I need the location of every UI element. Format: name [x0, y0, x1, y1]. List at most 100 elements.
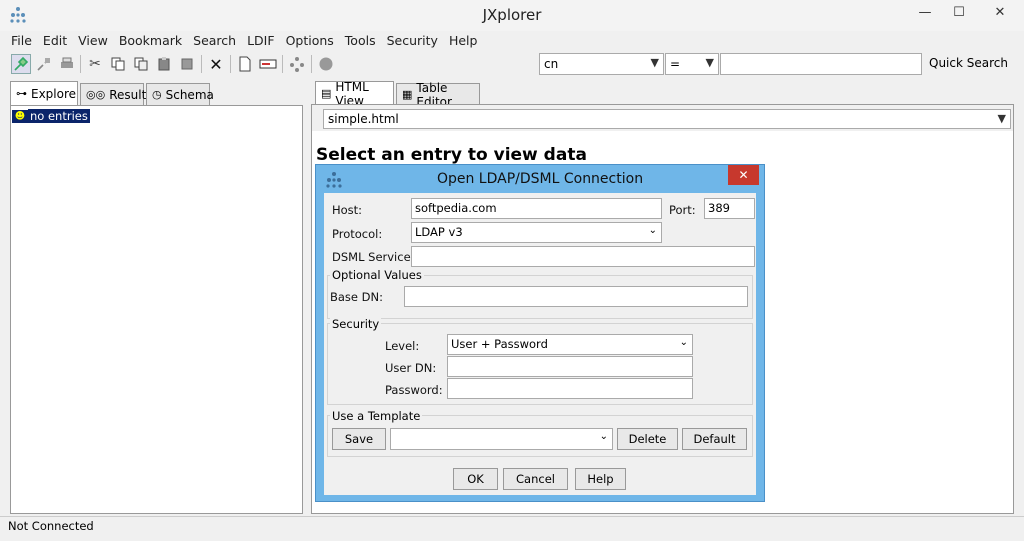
host-input[interactable]: softpedia.com — [411, 198, 662, 219]
cut-icon[interactable]: ✂ — [85, 54, 105, 74]
paste-icon[interactable] — [154, 54, 174, 74]
quick-search-input[interactable] — [720, 53, 922, 75]
protocol-value: LDAP v3 — [415, 225, 463, 239]
connection-status: Not Connected — [8, 519, 94, 533]
document-icon: ▤ — [321, 87, 332, 100]
password-label: Password: — [385, 383, 443, 397]
template-select[interactable]: simple.html ▼ — [323, 109, 1011, 129]
save-template-button[interactable]: Save — [332, 428, 386, 450]
connect-icon[interactable] — [11, 54, 31, 74]
tree-root-node[interactable]: ☻ no entries — [12, 109, 90, 123]
level-label: Level: — [385, 339, 420, 353]
new-entry-icon[interactable] — [235, 54, 255, 74]
toolbar: ✂ ✕ cn ▼ = ▼ Quick Search — [0, 52, 1024, 78]
menu-edit[interactable]: Edit — [35, 31, 70, 48]
rename-icon[interactable] — [258, 54, 278, 74]
copy-icon[interactable] — [108, 54, 128, 74]
tab-table-editor[interactable]: ▦ Table Editor — [396, 81, 480, 109]
tab-results[interactable]: ◎◎ Results — [80, 83, 153, 105]
ok-button[interactable]: OK — [453, 468, 498, 490]
quick-search-button[interactable]: Quick Search — [929, 56, 1008, 70]
minimize-button[interactable]: — — [908, 0, 942, 24]
status-bar: Not Connected — [0, 516, 1024, 541]
search-operator-value: = — [670, 57, 681, 71]
base-dn-label: Base DN: — [330, 290, 383, 304]
user-dn-input[interactable] — [447, 356, 693, 377]
default-template-button[interactable]: Default — [682, 428, 747, 450]
directory-tree-panel: ☻ no entries — [10, 105, 303, 514]
toolbar-separator — [230, 55, 231, 73]
paste-alias-icon[interactable] — [177, 54, 197, 74]
menu-bar: File Edit View Bookmark Search LDIF Options Too… — [0, 31, 1024, 51]
menu-bookmark[interactable]: Bookmark — [111, 31, 185, 48]
binoculars-icon: ◎◎ — [86, 88, 106, 101]
security-level-select[interactable]: User + Password ⌄ — [447, 334, 693, 355]
tree-icon: ⊶ — [16, 87, 27, 100]
dialog-body: Host: softpedia.com Port: 389 Protocol: … — [324, 193, 756, 495]
port-input[interactable]: 389 — [704, 198, 755, 219]
search-attribute-select[interactable]: cn ▼ — [539, 53, 664, 75]
delete-template-button[interactable]: Delete — [617, 428, 678, 450]
menu-file[interactable]: File — [0, 31, 35, 48]
dsml-service-input[interactable] — [411, 246, 755, 267]
cancel-button[interactable]: Cancel — [503, 468, 568, 490]
disconnect-icon[interactable] — [34, 54, 54, 74]
schema-icon: ◷ — [152, 88, 162, 101]
print-icon[interactable] — [57, 54, 77, 74]
copy-dn-icon[interactable] — [131, 54, 151, 74]
toolbar-separator — [282, 55, 283, 73]
menu-security[interactable]: Security — [379, 31, 441, 48]
search-operator-select[interactable]: = ▼ — [665, 53, 719, 75]
menu-help[interactable]: Help — [441, 31, 481, 48]
port-label: Port: — [669, 203, 696, 217]
host-label: Host: — [332, 203, 363, 217]
chevron-down-icon: ⌄ — [679, 337, 688, 348]
help-button[interactable]: Help — [575, 468, 626, 490]
dialog-title: Open LDAP/DSML Connection — [436, 171, 644, 187]
tab-schema[interactable]: ◷ Schema — [146, 83, 214, 105]
maximize-button[interactable]: ☐ — [942, 0, 976, 24]
refresh-tree-icon[interactable] — [287, 54, 307, 74]
chevron-down-icon: ▼ — [650, 56, 659, 69]
connection-dialog: Open LDAP/DSML Connection ✕ Host: softpe… — [315, 164, 765, 502]
tab-explore[interactable]: ⊶ Explore — [10, 81, 78, 105]
chevron-down-icon: ⌄ — [599, 431, 608, 442]
delete-icon[interactable]: ✕ — [206, 54, 226, 74]
close-button[interactable]: ✕ — [980, 0, 1020, 24]
toolbar-separator — [80, 55, 81, 73]
protocol-label: Protocol: — [332, 227, 383, 241]
tree-root-label: no entries — [28, 109, 90, 123]
toolbar-separator — [311, 55, 312, 73]
chevron-down-icon: ▼ — [997, 112, 1006, 125]
menu-view[interactable]: View — [70, 31, 111, 48]
chevron-down-icon: ▼ — [705, 56, 714, 69]
root-node-icon: ☻ — [12, 109, 28, 123]
protocol-select[interactable]: LDAP v3 ⌄ — [411, 222, 662, 243]
dialog-title-bar: Open LDAP/DSML Connection ✕ — [316, 165, 764, 193]
security-title: Security — [330, 317, 382, 331]
template-title: Use a Template — [330, 409, 423, 423]
toolbar-separator — [201, 55, 202, 73]
base-dn-input[interactable] — [404, 286, 748, 307]
tab-html-view[interactable]: ▤ HTML View — [315, 80, 394, 108]
user-dn-label: User DN: — [385, 361, 437, 375]
menu-options[interactable]: Options — [278, 31, 337, 48]
tab-schema-label: Schema — [165, 87, 214, 102]
table-icon: ▦ — [402, 88, 413, 101]
security-level-value: User + Password — [451, 337, 548, 351]
chevron-down-icon: ⌄ — [648, 225, 657, 236]
menu-search[interactable]: Search — [185, 31, 239, 48]
password-input[interactable] — [447, 378, 693, 399]
optional-values-title: Optional Values — [330, 268, 424, 282]
menu-tools[interactable]: Tools — [337, 31, 379, 48]
template-name-select[interactable]: ⌄ — [390, 428, 613, 450]
template-select-value: simple.html — [328, 112, 399, 126]
stop-icon[interactable] — [316, 54, 336, 74]
window-title: JXplorer — [482, 6, 542, 24]
dialog-close-button[interactable]: ✕ — [728, 165, 759, 185]
tab-explore-label: Explore — [31, 86, 77, 101]
search-attribute-value: cn — [544, 57, 559, 71]
dsml-service-label: DSML Service: — [332, 250, 415, 264]
html-heading: Select an entry to view data — [316, 145, 587, 165]
menu-ldif[interactable]: LDIF — [239, 31, 277, 48]
